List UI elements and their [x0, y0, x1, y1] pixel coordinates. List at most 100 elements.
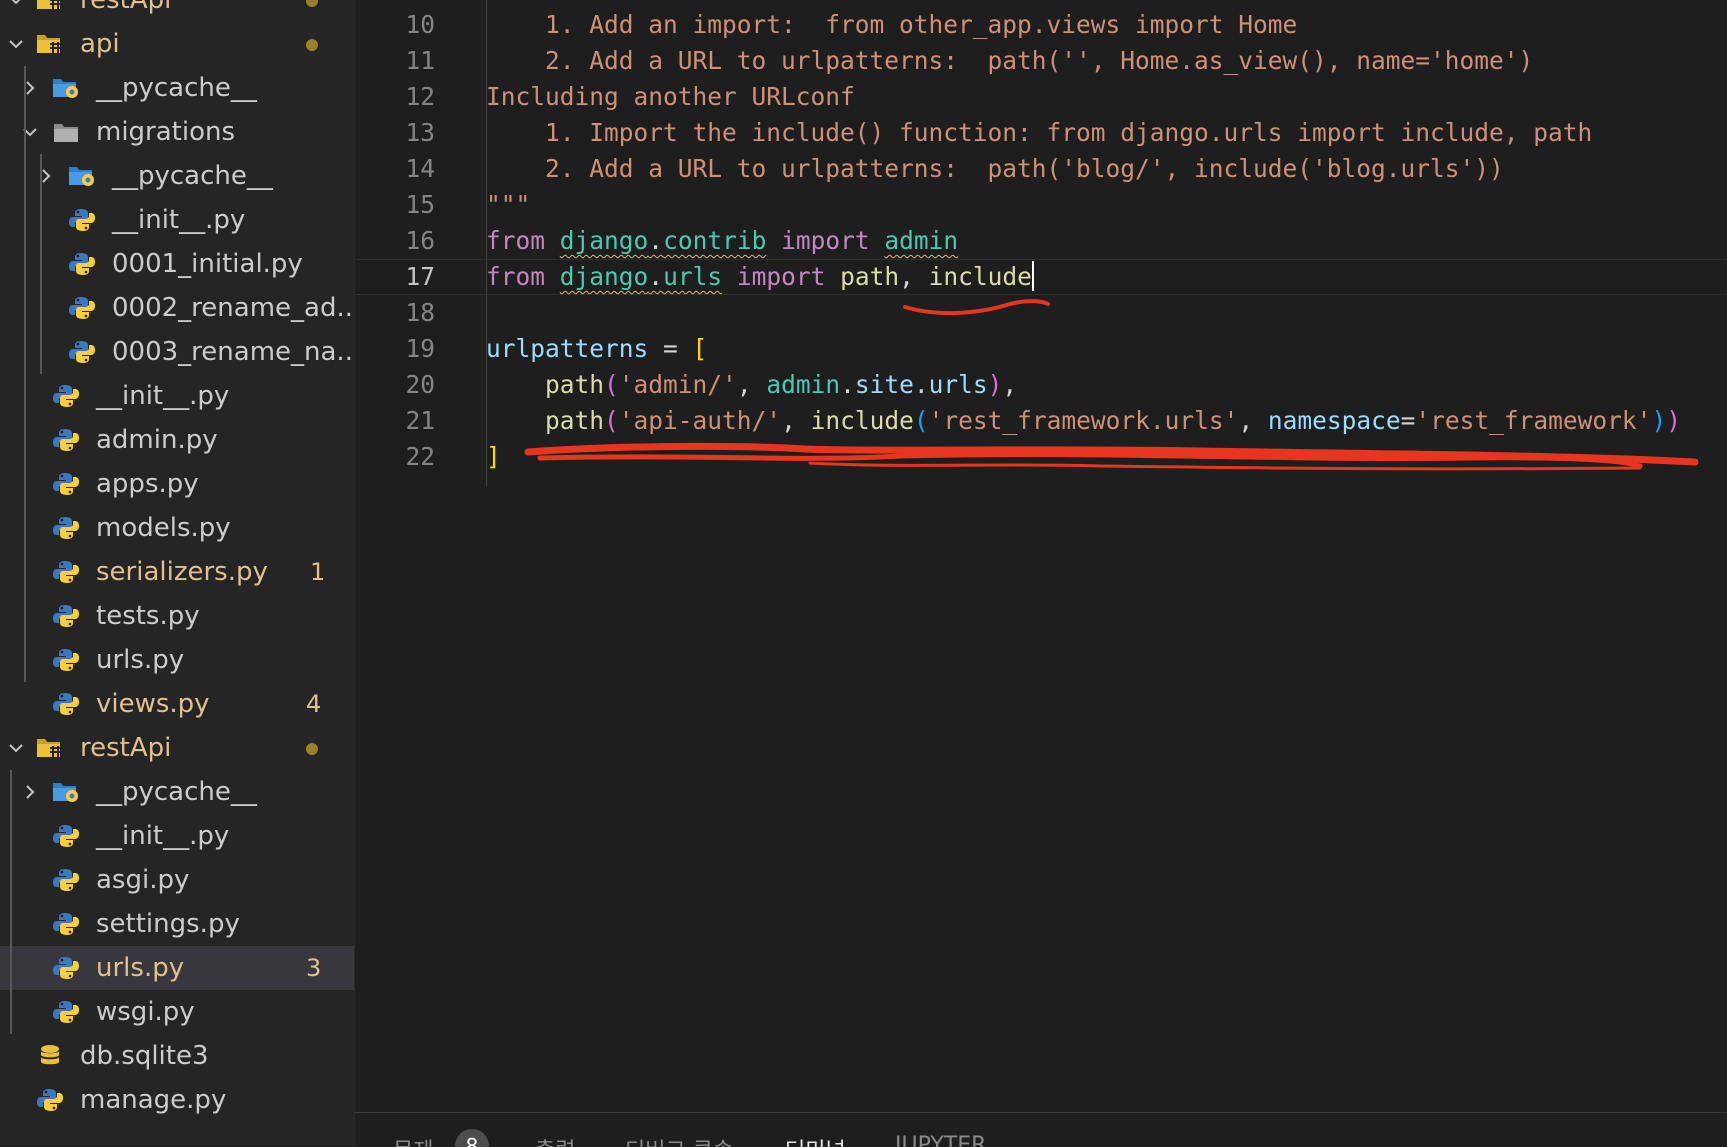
explorer-item-label: __init__.py: [96, 821, 230, 851]
code-token: (: [604, 370, 619, 399]
explorer-item[interactable]: urls.py 3: [0, 946, 354, 990]
code-line[interactable]: 11 2. Add a URL to urlpatterns: path('',…: [355, 43, 1727, 79]
code-line[interactable]: 16 from django.contrib import admin: [355, 223, 1727, 259]
explorer-item-label: 0003_rename_na...: [112, 337, 354, 367]
code-text: from django.urls import path, include: [486, 259, 1034, 295]
explorer-item-label: tests.py: [96, 601, 200, 631]
explorer-item-label: api: [80, 29, 120, 59]
code-token: """: [486, 190, 531, 219]
explorer-item[interactable]: __pycache__: [0, 66, 354, 110]
explorer-item[interactable]: api: [0, 22, 354, 66]
chevron-down-icon[interactable]: [20, 122, 40, 142]
code-token: admin: [766, 370, 841, 399]
panel-tab[interactable]: 문제: [393, 1133, 433, 1147]
code-line[interactable]: 21 path('api-auth/', include('rest_frame…: [355, 403, 1727, 439]
explorer-item[interactable]: manage.py: [0, 1078, 354, 1122]
python-file-icon: [53, 385, 79, 407]
code-token: ,: [1238, 406, 1268, 435]
line-number: 11: [405, 46, 435, 75]
chevron-down-icon[interactable]: [6, 0, 26, 10]
line-number: 19: [405, 334, 435, 363]
code-line[interactable]: 17 from django.urls import path, include: [355, 259, 1727, 295]
panel-tab[interactable]: JUPYTER: [895, 1133, 986, 1147]
explorer-item[interactable]: apps.py: [0, 462, 354, 506]
python-folder-icon: [69, 167, 94, 186]
explorer-item[interactable]: __pycache__: [0, 770, 354, 814]
code-token: 'rest_framework': [1415, 406, 1652, 435]
code-token: Including another URLconf: [486, 82, 855, 111]
explorer-item-label: __pycache__: [96, 777, 257, 807]
explorer-item[interactable]: settings.py: [0, 902, 354, 946]
code-line[interactable]: 10 1. Add an import: from other_app.view…: [355, 7, 1727, 43]
explorer-item[interactable]: 0002_rename_ad...: [0, 286, 354, 330]
explorer-item[interactable]: views.py 4: [0, 682, 354, 726]
python-file-icon: [53, 473, 79, 495]
explorer-item-label: urls.py: [96, 645, 185, 675]
code-line[interactable]: 15 """: [355, 187, 1727, 223]
explorer-item[interactable]: serializers.py 1: [0, 550, 354, 594]
code-token: ): [1651, 406, 1667, 435]
python-file-icon: [53, 913, 79, 935]
code-line[interactable]: 20 path('admin/', admin.site.urls),: [355, 367, 1727, 403]
code-token: =: [1400, 406, 1416, 435]
chevron-right-icon[interactable]: [36, 166, 56, 186]
code-text: 1. Add an import: from other_app.views i…: [486, 7, 1297, 43]
chevron-right-icon[interactable]: [20, 782, 40, 802]
explorer-item-label: admin.py: [96, 425, 218, 455]
problems-count-badge: 8: [455, 1129, 489, 1147]
explorer-item[interactable]: db.sqlite3: [0, 1034, 354, 1078]
explorer-item[interactable]: asgi.py: [0, 858, 354, 902]
explorer-item[interactable]: restApi: [0, 0, 354, 22]
explorer-item[interactable]: __init__.py: [0, 374, 354, 418]
explorer-item[interactable]: 0003_rename_na...: [0, 330, 354, 374]
panel-tab[interactable]: 터미널: [785, 1133, 846, 1147]
code-token: ): [1666, 406, 1681, 435]
code-line[interactable]: 14 2. Add a URL to urlpatterns: path('bl…: [355, 151, 1727, 187]
config-folder-icon: [37, 739, 62, 759]
code-token: path: [545, 406, 605, 435]
explorer-item-label: 0002_rename_ad...: [112, 293, 354, 323]
code-line[interactable]: 19 urlpatterns = [: [355, 331, 1727, 367]
explorer-item[interactable]: tests.py: [0, 594, 354, 638]
tree-indent-guide: [24, 66, 26, 682]
text-cursor: [1031, 261, 1034, 291]
code-token: from: [486, 262, 546, 291]
python-file-icon: [53, 429, 79, 451]
code-line[interactable]: 22]: [355, 439, 1727, 475]
explorer-item[interactable]: urls.py: [0, 638, 354, 682]
code-line[interactable]: 18: [355, 295, 1727, 331]
explorer-item[interactable]: restApi: [0, 726, 354, 770]
explorer-item[interactable]: __init__.py: [0, 198, 354, 242]
explorer-item-label: __pycache__: [112, 161, 273, 191]
python-file-icon: [37, 1089, 63, 1111]
code-text: ]: [486, 439, 501, 475]
explorer-item[interactable]: __init__.py: [0, 814, 354, 858]
code-token: django: [559, 262, 649, 291]
explorer-item[interactable]: migrations: [0, 110, 354, 154]
line-number: 13: [405, 118, 435, 147]
code-text: 1. Import the include() function: from d…: [486, 115, 1592, 151]
code-token: contrib: [663, 226, 767, 255]
panel-tab[interactable]: 디버그 콘솔: [625, 1133, 733, 1147]
explorer-item[interactable]: admin.py: [0, 418, 354, 462]
python-folder-icon: [53, 79, 78, 98]
explorer-item[interactable]: wsgi.py: [0, 990, 354, 1034]
explorer-item[interactable]: 0001_initial.py: [0, 242, 354, 286]
database-icon: [41, 1045, 59, 1065]
chevron-down-icon[interactable]: [6, 34, 26, 54]
code-text: 2. Add a URL to urlpatterns: path('', Ho…: [486, 43, 1533, 79]
code-line[interactable]: 12 Including another URLconf: [355, 79, 1727, 115]
explorer-sidebar: restApi api __pycache__ migrations __pycache…: [0, 0, 354, 1146]
explorer-item[interactable]: models.py: [0, 506, 354, 550]
line-number: 21: [405, 406, 435, 435]
panel-tab[interactable]: 출력: [535, 1133, 575, 1147]
code-editor[interactable]: 10 1. Add an import: from other_app.view…: [355, 0, 1727, 1112]
chevron-right-icon[interactable]: [20, 78, 40, 98]
code-line[interactable]: 13 1. Import the include() function: fro…: [355, 115, 1727, 151]
chevron-down-icon[interactable]: [6, 738, 26, 758]
explorer-item[interactable]: __pycache__: [0, 154, 354, 198]
python-file-icon: [53, 957, 79, 979]
explorer-item-label: migrations: [96, 117, 236, 147]
